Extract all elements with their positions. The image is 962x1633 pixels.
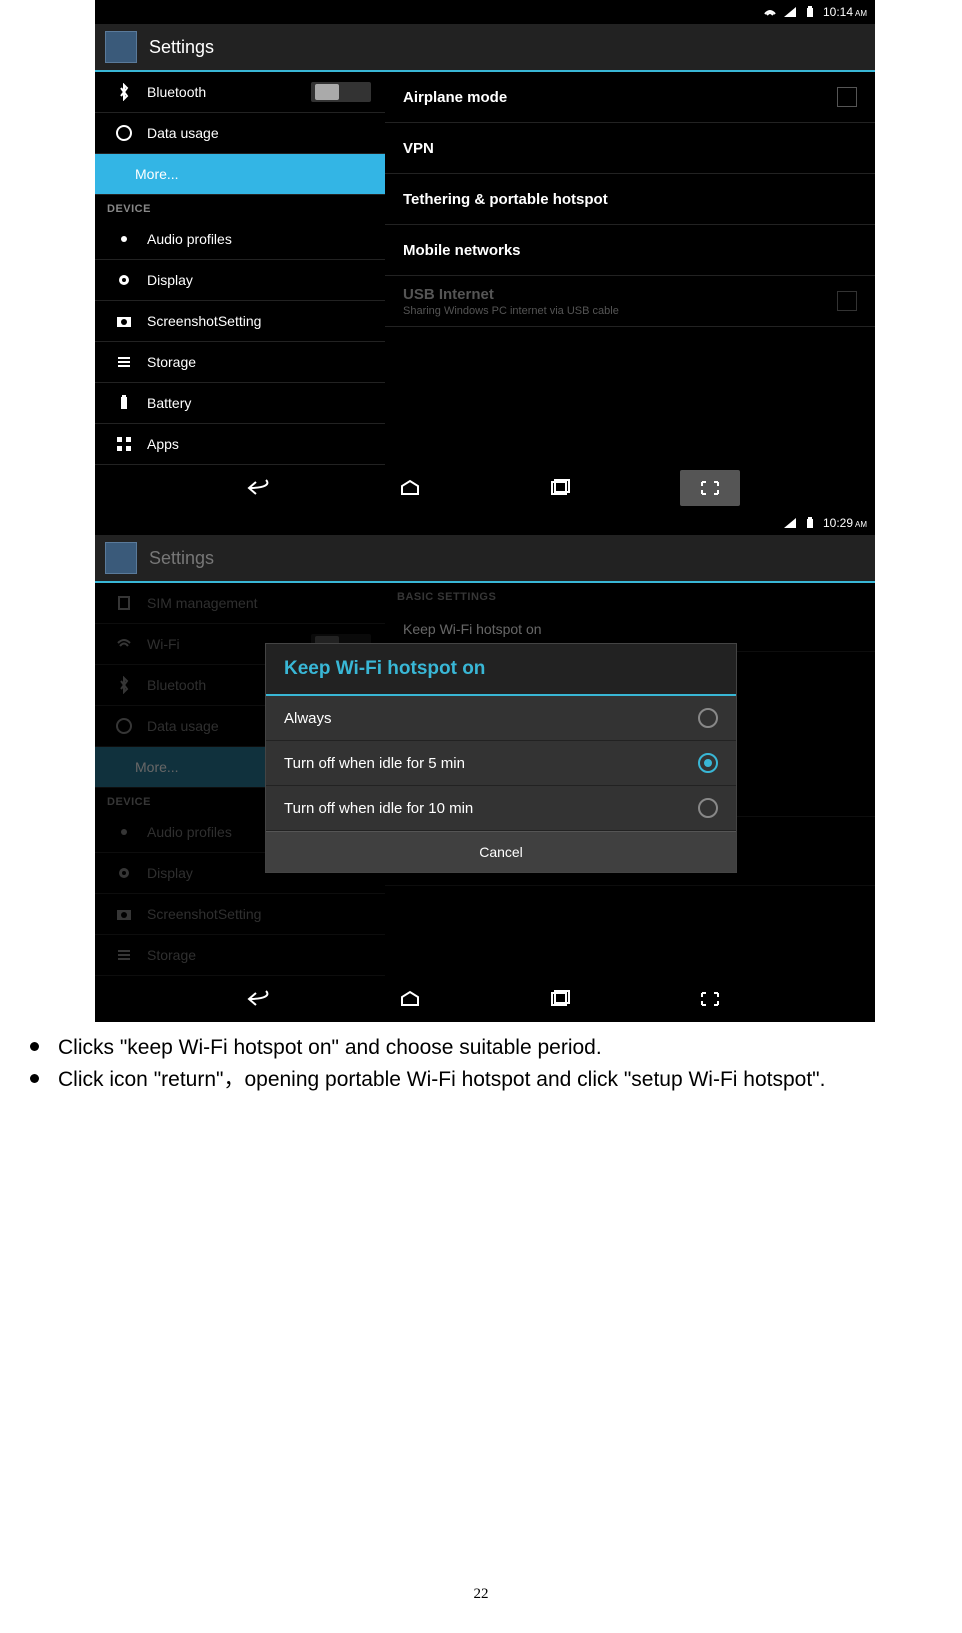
signal-icon bbox=[783, 6, 797, 18]
sidebar-item-audio[interactable]: Audio profiles bbox=[95, 219, 385, 260]
status-bar: 10:14AM bbox=[95, 0, 875, 24]
apps-icon bbox=[115, 435, 133, 453]
item-label: Mobile networks bbox=[403, 242, 521, 259]
sidebar-item-battery[interactable]: Battery bbox=[95, 383, 385, 424]
dialog-option-always[interactable]: Always bbox=[266, 696, 736, 741]
settings-icon bbox=[105, 31, 137, 63]
item-label: Tethering & portable hotspot bbox=[403, 191, 608, 208]
screenshot-button[interactable] bbox=[680, 470, 740, 506]
radio-icon bbox=[698, 708, 718, 728]
settings-icon bbox=[105, 542, 137, 574]
device-section-header: DEVICE bbox=[95, 195, 385, 219]
status-time: 10:14AM bbox=[823, 5, 867, 19]
mobile-networks-item[interactable]: Mobile networks bbox=[385, 225, 875, 276]
sidebar-item-apps[interactable]: Apps bbox=[95, 424, 385, 465]
home-button[interactable] bbox=[380, 981, 440, 1017]
settings-detail-pane: Airplane mode VPN Tethering & portable h… bbox=[385, 72, 875, 465]
tethering-item[interactable]: Tethering & portable hotspot bbox=[385, 174, 875, 225]
nav-bar bbox=[95, 465, 875, 511]
title-bar: Settings bbox=[95, 24, 875, 72]
option-label: Turn off when idle for 5 min bbox=[284, 755, 465, 772]
item-label: USB Internet bbox=[403, 286, 619, 303]
nav-bar bbox=[95, 976, 875, 1022]
instruction-item: Click icon "return"，opening portable Wi-… bbox=[30, 1064, 962, 1096]
sidebar-item-label: Battery bbox=[147, 395, 191, 411]
radio-icon bbox=[698, 753, 718, 773]
sidebar-item-label: Display bbox=[147, 272, 193, 288]
sidebar-item-display[interactable]: Display bbox=[95, 260, 385, 301]
screenshot-settings-more: 10:14AM Settings Bluetooth Data bbox=[95, 0, 875, 511]
sidebar-item-more[interactable]: More... bbox=[95, 154, 385, 195]
item-label: Airplane mode bbox=[403, 89, 507, 106]
sidebar-item-storage[interactable]: Storage bbox=[95, 342, 385, 383]
usb-internet-checkbox bbox=[837, 291, 857, 311]
instruction-list: Clicks "keep Wi-Fi hotspot on" and choos… bbox=[30, 1032, 962, 1097]
sidebar-item-label: ScreenshotSetting bbox=[147, 313, 261, 329]
status-time: 10:29AM bbox=[823, 516, 867, 530]
screenshot-button[interactable] bbox=[680, 981, 740, 1017]
item-label: VPN bbox=[403, 140, 434, 157]
recent-apps-button[interactable] bbox=[530, 470, 590, 506]
vpn-item[interactable]: VPN bbox=[385, 123, 875, 174]
status-bar: 10:29AM bbox=[95, 511, 875, 535]
home-button[interactable] bbox=[380, 470, 440, 506]
airplane-mode-checkbox[interactable] bbox=[837, 87, 857, 107]
sidebar-item-label: Data usage bbox=[147, 125, 219, 141]
sidebar-item-screenshot[interactable]: ScreenshotSetting bbox=[95, 301, 385, 342]
dialog-title: Keep Wi-Fi hotspot on bbox=[266, 644, 736, 696]
bluetooth-icon bbox=[115, 83, 133, 101]
signal-icon bbox=[783, 517, 797, 529]
settings-sidebar: Bluetooth Data usage More... DEVICE bbox=[95, 72, 385, 465]
battery-icon bbox=[803, 6, 817, 18]
screenshot-hotspot-dialog: 10:29AM Settings SIM management Wi-Fi bbox=[95, 511, 875, 1022]
sidebar-item-label: Storage bbox=[147, 354, 196, 370]
radio-icon bbox=[698, 798, 718, 818]
camera-icon bbox=[115, 312, 133, 330]
airplane-mode-item[interactable]: Airplane mode bbox=[385, 72, 875, 123]
usb-internet-item: USB Internet Sharing Windows PC internet… bbox=[385, 276, 875, 327]
dialog-option-5min[interactable]: Turn off when idle for 5 min bbox=[266, 741, 736, 786]
item-subtitle: Sharing Windows PC internet via USB cabl… bbox=[403, 305, 619, 317]
sidebar-item-label: Audio profiles bbox=[147, 231, 232, 247]
sidebar-item-data-usage[interactable]: Data usage bbox=[95, 113, 385, 154]
page-number: 22 bbox=[0, 1586, 962, 1603]
page-title: Settings bbox=[149, 37, 214, 58]
recent-apps-button[interactable] bbox=[530, 981, 590, 1017]
wifi-icon bbox=[763, 6, 777, 18]
sidebar-item-label: More... bbox=[135, 166, 179, 182]
option-label: Always bbox=[284, 710, 332, 727]
keep-hotspot-dialog: Keep Wi-Fi hotspot on Always Turn off wh… bbox=[265, 643, 737, 873]
display-icon bbox=[115, 271, 133, 289]
page-title: Settings bbox=[149, 548, 214, 569]
dialog-cancel-button[interactable]: Cancel bbox=[266, 831, 736, 872]
option-label: Turn off when idle for 10 min bbox=[284, 800, 473, 817]
data-usage-icon bbox=[115, 124, 133, 142]
sidebar-item-label: Bluetooth bbox=[147, 84, 206, 100]
back-button[interactable] bbox=[230, 470, 290, 506]
sidebar-item-bluetooth[interactable]: Bluetooth bbox=[95, 72, 385, 113]
dialog-option-10min[interactable]: Turn off when idle for 10 min bbox=[266, 786, 736, 831]
sidebar-item-label: Apps bbox=[147, 436, 179, 452]
back-button[interactable] bbox=[230, 981, 290, 1017]
bluetooth-toggle[interactable] bbox=[311, 82, 371, 102]
instruction-item: Clicks "keep Wi-Fi hotspot on" and choos… bbox=[30, 1032, 962, 1064]
battery-icon bbox=[115, 394, 133, 412]
title-bar: Settings bbox=[95, 535, 875, 583]
battery-icon bbox=[803, 517, 817, 529]
audio-icon bbox=[115, 230, 133, 248]
storage-icon bbox=[115, 353, 133, 371]
